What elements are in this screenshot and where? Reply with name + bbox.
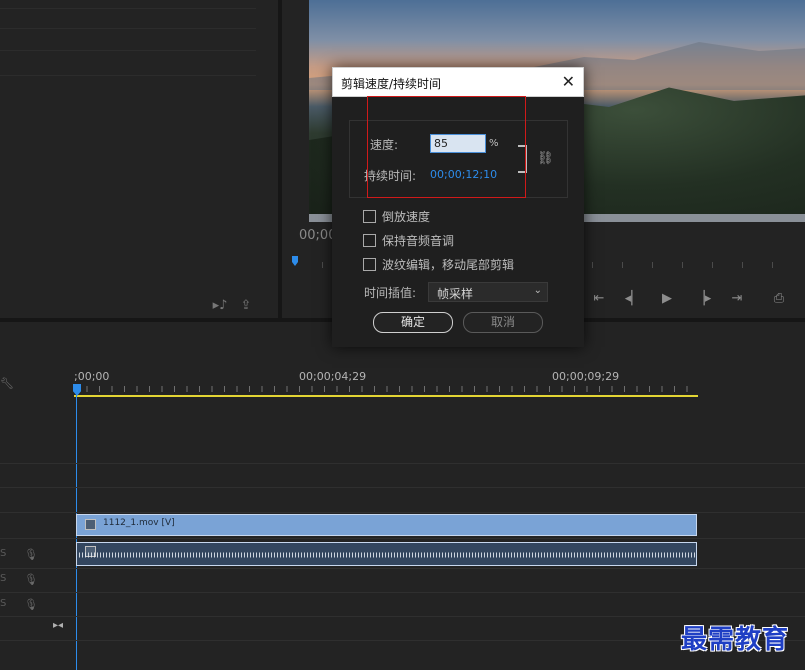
checkbox-box[interactable] [363, 258, 376, 271]
mic-icon[interactable]: 🎙︎ [24, 573, 38, 587]
link-bracket [518, 145, 527, 173]
program-timecode[interactable]: 00;00 [299, 228, 336, 243]
time-interpolation-label: 时间插值: [364, 286, 417, 300]
checkbox-box[interactable] [363, 210, 376, 223]
program-playhead[interactable] [292, 256, 298, 266]
checkbox-box[interactable] [363, 234, 376, 247]
close-icon[interactable]: ✕ [562, 72, 575, 92]
track-separator [0, 463, 805, 464]
ruler-ticks [74, 386, 696, 392]
time-ruler[interactable]: ;00;00 00;00;04;29 00;00;09;29 [74, 366, 805, 398]
ruler-time: 00;00;09;29 [552, 370, 620, 383]
duration-label: 持续时间: [364, 169, 417, 183]
speed-input[interactable] [430, 134, 486, 153]
speed-duration-group [349, 120, 568, 198]
solo-tag[interactable]: S [0, 598, 6, 609]
duration-value[interactable]: 00;00;12;10 [430, 168, 497, 181]
play-icon[interactable]: ▶ [656, 288, 678, 310]
mic-icon[interactable]: 🎙︎ [24, 598, 38, 612]
track-separator [0, 616, 805, 617]
checkbox-label: 倒放速度 [382, 210, 431, 224]
step-forward-icon[interactable]: ▕▸ [692, 288, 714, 310]
wrench-icon[interactable]: 🔧︎ [0, 377, 14, 390]
step-to-out-icon[interactable]: ⇥ [726, 288, 748, 310]
time-interpolation-select[interactable]: 帧采样 ⌄ [428, 282, 548, 302]
master-track-icon[interactable]: ▸◂ [53, 620, 63, 631]
chain-unlink-icon[interactable]: ⛓︎ [537, 151, 554, 166]
panel-rule [0, 8, 256, 9]
panel-rule [0, 28, 256, 29]
track-separator [0, 568, 805, 569]
ruler-time: 00;00;04;29 [299, 370, 367, 383]
speed-unit: % [489, 138, 499, 149]
panel-rule [0, 50, 256, 51]
dialog-title: 剪辑速度/持续时间 [341, 77, 442, 91]
mic-icon[interactable]: 🎙︎ [24, 548, 38, 562]
audio-waveform [79, 549, 696, 561]
timeline-panel: 🔧︎ ;00;00 00;00;04;29 00;00;09;29 1112_1… [0, 322, 805, 670]
speed-label: 速度: [369, 138, 398, 152]
cancel-button[interactable]: 取消 [463, 312, 543, 333]
ruler-time: ;00;00 [74, 370, 110, 383]
dialog-titlebar[interactable]: 剪辑速度/持续时间 ✕ [332, 67, 584, 97]
panel-rule [0, 75, 256, 76]
clip-speed-duration-dialog: 剪辑速度/持续时间 ✕ 速度: % 持续时间: 00;00;12;10 ⛓︎ 倒… [332, 67, 584, 347]
track-separator [0, 538, 805, 539]
solo-tag[interactable]: S [0, 548, 6, 559]
export-icon[interactable]: ⇪ [236, 296, 256, 316]
track-separator [0, 487, 805, 488]
checkbox-label: 波纹编辑，移动尾部剪辑 [382, 258, 515, 272]
source-monitor-panel: ▸♪ ⇪ [0, 0, 278, 318]
track-separator [0, 512, 805, 513]
fx-badge-icon [85, 519, 96, 530]
export-frame-icon[interactable]: ⎙ [768, 288, 790, 310]
work-area-bar[interactable] [74, 395, 698, 397]
audio-clip[interactable] [76, 542, 697, 566]
audio-only-icon[interactable]: ▸♪ [210, 296, 230, 316]
checkbox-label: 保持音频音调 [382, 234, 455, 248]
solo-tag[interactable]: S [0, 573, 6, 584]
chevron-down-icon: ⌄ [533, 285, 542, 296]
ok-button[interactable]: 确定 [373, 312, 453, 333]
step-back-icon[interactable]: ◂▏ [622, 288, 644, 310]
video-clip-label: 1112_1.mov [V] [103, 518, 175, 528]
step-to-in-icon[interactable]: ⇤ [588, 288, 610, 310]
video-clip[interactable]: 1112_1.mov [V] [76, 514, 697, 536]
watermark-logo: 最需教育 [681, 625, 790, 655]
select-value: 帧采样 [437, 287, 474, 301]
track-separator [0, 592, 805, 593]
source-footer: ▸♪ ⇪ [0, 296, 278, 320]
